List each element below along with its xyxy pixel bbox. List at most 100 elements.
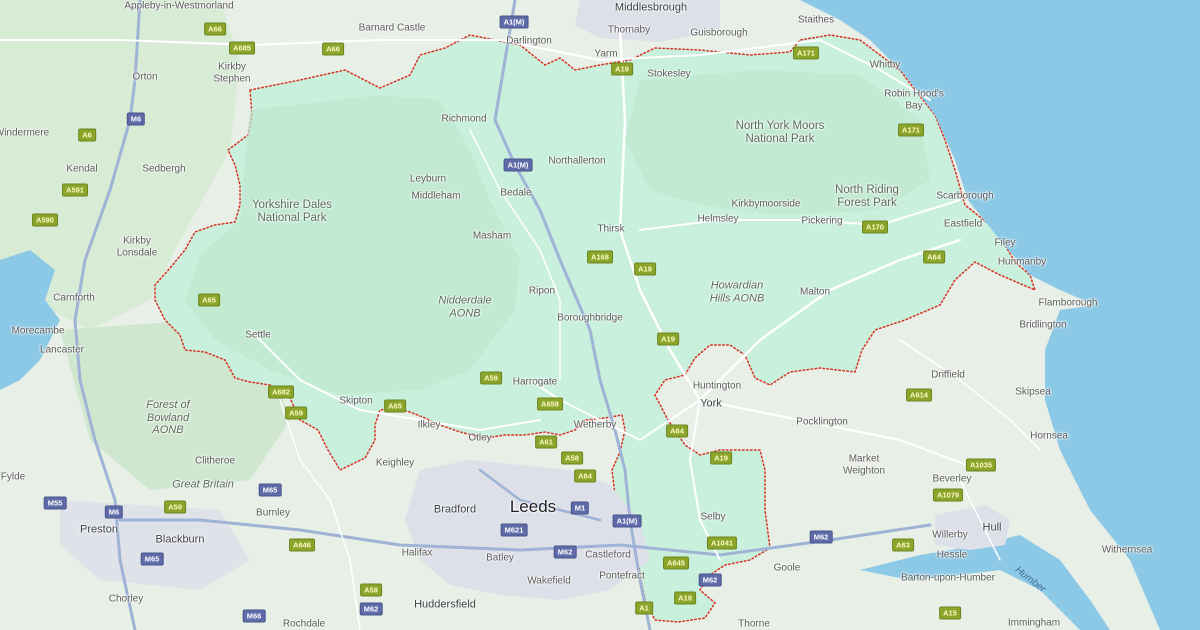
map-view[interactable]: Appleby-in-Westmorland Middlesbrough Bar…	[0, 0, 1200, 630]
label-hessle: Hessle	[936, 549, 968, 561]
label-stokesley: Stokesley	[647, 68, 691, 80]
road-shield-m6: M6	[104, 505, 124, 519]
label-market-weighton: Market Weighton	[842, 453, 886, 477]
road-shield-a64: A64	[574, 469, 596, 483]
label-skipsea: Skipsea	[1015, 386, 1051, 398]
label-burnley: Burnley	[256, 507, 290, 519]
label-carnforth: Carnforth	[53, 292, 95, 304]
label-orton: Orton	[132, 71, 158, 83]
label-preston: Preston	[80, 523, 118, 536]
label-otley: Otley	[468, 432, 492, 444]
label-morecambe: Morecambe	[11, 325, 65, 337]
label-leyburn: Leyburn	[409, 173, 447, 185]
label-pontefract: Pontefract	[599, 570, 645, 582]
label-fylde: Fylde	[0, 471, 26, 483]
road-shield-a64: A64	[923, 250, 945, 264]
road-shield-a6: A6	[78, 128, 96, 142]
road-shield-a59: A59	[285, 406, 307, 420]
label-north-riding-forest: North Riding Forest Park	[835, 183, 899, 209]
road-shield-a65: A65	[198, 293, 220, 307]
label-northallerton: Northallerton	[548, 155, 606, 167]
road-shield-a66: A66	[204, 22, 226, 36]
road-shield-m65: M65	[258, 483, 282, 497]
label-halifax: Halifax	[401, 547, 433, 559]
label-barnard-castle: Barnard Castle	[358, 22, 426, 34]
label-yarm: Yarm	[594, 48, 618, 60]
road-shield-a58: A58	[561, 451, 583, 465]
road-shield-a171: A171	[793, 46, 819, 60]
road-shield-a645: A645	[663, 556, 689, 570]
road-shield-a61: A61	[535, 435, 557, 449]
label-darlington: Darlington	[506, 35, 552, 47]
label-huddersfield: Huddersfield	[414, 598, 476, 611]
label-boroughbridge: Boroughbridge	[557, 312, 623, 324]
label-pocklington: Pocklington	[796, 416, 848, 428]
label-kendal: Kendal	[66, 163, 98, 175]
label-clitheroe: Clitheroe	[194, 455, 236, 467]
label-batley: Batley	[486, 552, 514, 564]
label-forest-of-bowland: Forest of Bowland AONB	[146, 399, 190, 437]
road-shield-a19: A19	[710, 451, 732, 465]
road-shield-a59: A59	[164, 500, 186, 514]
road-shield-a65: A65	[384, 399, 406, 413]
road-shield-a168: A168	[587, 250, 613, 264]
road-shield-a19: A19	[674, 591, 696, 605]
road-shield-m62: M62	[359, 602, 383, 616]
label-ilkley: Ilkley	[417, 419, 441, 431]
label-kirkby-stephen: Kirkby Stephen	[213, 61, 251, 85]
label-sedbergh: Sedbergh	[142, 163, 186, 175]
road-shield-a170: A170	[862, 220, 888, 234]
label-chorley: Chorley	[108, 593, 144, 605]
road-shield-a646: A646	[289, 538, 315, 552]
road-shield-a590: A590	[32, 213, 58, 227]
label-middlesbrough: Middlesbrough	[614, 1, 688, 14]
label-hornsea: Hornsea	[1030, 430, 1068, 442]
label-hull: Hull	[982, 521, 1002, 534]
road-shield-a614: A614	[906, 388, 932, 402]
road-shield-a1041: A1041	[706, 536, 738, 550]
label-barton-upon-humber: Barton-upon-Humber	[901, 572, 995, 584]
label-windermere: Windermere	[0, 127, 50, 139]
label-north-york-moors: North York Moors National Park	[735, 119, 825, 145]
road-shield-a171: A171	[898, 123, 924, 137]
label-driffield: Driffield	[931, 369, 965, 381]
road-shield-a1079: A1079	[932, 488, 964, 502]
label-thornaby: Thornaby	[607, 24, 651, 36]
label-masham: Masham	[472, 230, 512, 242]
road-shield-m6: M6	[126, 112, 146, 126]
road-shield-m62: M62	[809, 530, 833, 544]
label-middleham: Middleham	[411, 190, 461, 202]
label-harrogate: Harrogate	[512, 376, 558, 388]
road-shield-m65: M65	[140, 552, 164, 566]
label-skipton: Skipton	[339, 395, 373, 407]
label-goole: Goole	[773, 562, 801, 574]
road-shield-a591: A591	[62, 183, 88, 197]
label-yorkshire-dales: Yorkshire Dales National Park	[251, 198, 333, 224]
road-shield-a59: A59	[480, 371, 502, 385]
label-bradford: Bradford	[433, 503, 477, 516]
label-whitby: Whitby	[869, 59, 901, 71]
label-lancaster: Lancaster	[40, 344, 84, 356]
label-huntington: Huntington	[692, 380, 742, 392]
label-howardian-hills: Howardian Hills AONB	[709, 279, 765, 304]
label-ripon: Ripon	[528, 285, 556, 297]
label-nidderdale: Nidderdale AONB	[438, 294, 492, 319]
label-pickering: Pickering	[801, 215, 843, 227]
label-beverley: Beverley	[932, 473, 972, 485]
label-settle: Settle	[245, 329, 271, 341]
label-keighley: Keighley	[375, 457, 415, 469]
road-shield-a63: A63	[892, 538, 914, 552]
road-shield-a682: A682	[268, 385, 294, 399]
label-filey: Filey	[994, 237, 1016, 249]
label-leeds: Leeds	[509, 497, 557, 517]
label-wakefield: Wakefield	[527, 575, 571, 587]
label-withernsea: Withernsea	[1101, 544, 1153, 556]
label-scarborough: Scarborough	[936, 190, 994, 202]
label-hunmanby: Hunmanby	[997, 256, 1047, 268]
label-thorne: Thorne	[738, 618, 770, 630]
label-helmsley: Helmsley	[697, 213, 739, 225]
road-shield-m66: M66	[242, 609, 266, 623]
label-bridlington: Bridlington	[1019, 319, 1067, 331]
road-shield-a19: A19	[634, 262, 656, 276]
label-selby: Selby	[700, 511, 726, 523]
